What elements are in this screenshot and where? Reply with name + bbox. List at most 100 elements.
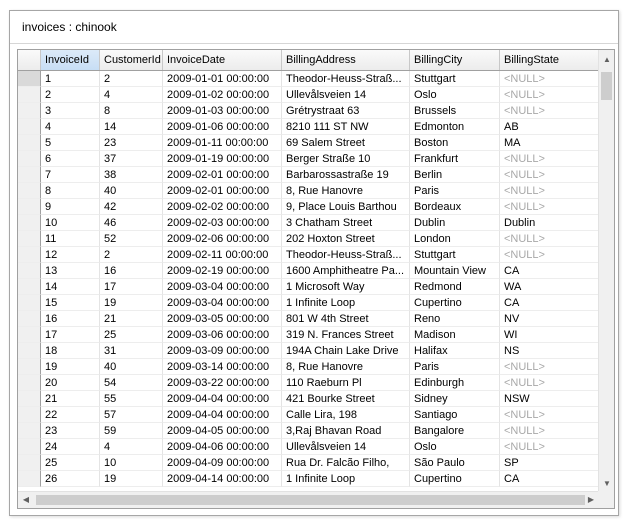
cell-invoice-date[interactable]: 2009-04-09 00:00:00 [163,455,282,471]
row-selector[interactable] [18,135,41,151]
cell-invoice-date[interactable]: 2009-03-05 00:00:00 [163,311,282,327]
cell-customer-id[interactable]: 21 [100,311,163,327]
cell-billing-address[interactable]: 1 Infinite Loop [282,295,410,311]
cell-billing-state[interactable]: NS [500,343,599,359]
cell-billing-address[interactable]: 194A Chain Lake Drive [282,343,410,359]
cell-invoice-date[interactable]: 2009-03-14 00:00:00 [163,359,282,375]
cell-billing-state[interactable]: <NULL> [500,231,599,247]
cell-billing-address[interactable]: 319 N. Frances Street [282,327,410,343]
row-selector[interactable] [18,231,41,247]
table-row[interactable]: 22 57 2009-04-04 00:00:00 Calle Lira, 198 Sa… [18,407,599,423]
cell-billing-state[interactable]: <NULL> [500,87,599,103]
cell-billing-state[interactable]: <NULL> [500,167,599,183]
cell-billing-city[interactable]: Mountain View [410,263,500,279]
cell-billing-state[interactable]: <NULL> [500,103,599,119]
cell-billing-city[interactable]: Edinburgh [410,375,500,391]
horizontal-scroll-thumb[interactable] [36,495,585,505]
cell-billing-city[interactable]: Dublin [410,215,500,231]
cell-customer-id[interactable]: 19 [100,471,163,487]
cell-customer-id[interactable]: 2 [100,247,163,263]
cell-billing-address[interactable]: 69 Salem Street [282,135,410,151]
row-selector[interactable] [18,151,41,167]
cell-invoice-date[interactable]: 2009-03-04 00:00:00 [163,279,282,295]
cell-customer-id[interactable]: 4 [100,439,163,455]
cell-invoice-id[interactable]: 3 [41,103,100,119]
table-row[interactable]: 14 17 2009-03-04 00:00:00 1 Microsoft Way Re… [18,279,599,295]
table-row[interactable]: 18 31 2009-03-09 00:00:00 194A Chain Lake D… [18,343,599,359]
cell-billing-address[interactable]: Barbarossastraße 19 [282,167,410,183]
scroll-right-icon[interactable]: ▶ [583,492,599,508]
cell-invoice-date[interactable]: 2009-04-04 00:00:00 [163,391,282,407]
cell-billing-state[interactable]: <NULL> [500,71,599,87]
cell-invoice-id[interactable]: 14 [41,279,100,295]
column-header-billing-address[interactable]: BillingAddress [282,50,410,70]
cell-invoice-date[interactable]: 2009-01-03 00:00:00 [163,103,282,119]
row-selector[interactable] [18,119,41,135]
cell-billing-state[interactable]: Dublin [500,215,599,231]
cell-invoice-date[interactable]: 2009-04-05 00:00:00 [163,423,282,439]
cell-invoice-date[interactable]: 2009-02-19 00:00:00 [163,263,282,279]
cell-billing-city[interactable]: London [410,231,500,247]
table-row[interactable]: 21 55 2009-04-04 00:00:00 421 Bourke Street… [18,391,599,407]
cell-billing-city[interactable]: Frankfurt [410,151,500,167]
cell-billing-city[interactable]: Stuttgart [410,247,500,263]
cell-billing-city[interactable]: Redmond [410,279,500,295]
cell-billing-address[interactable]: 8, Rue Hanovre [282,183,410,199]
cell-billing-state[interactable]: CA [500,295,599,311]
cell-invoice-id[interactable]: 23 [41,423,100,439]
cell-customer-id[interactable]: 38 [100,167,163,183]
row-selector[interactable] [18,183,41,199]
cell-invoice-id[interactable]: 10 [41,215,100,231]
row-selector[interactable] [18,423,41,439]
table-row[interactable]: 26 19 2009-04-14 00:00:00 1 Infinite Loop Cu… [18,471,599,487]
cell-billing-state[interactable]: WA [500,279,599,295]
cell-invoice-date[interactable]: 2009-01-01 00:00:00 [163,71,282,87]
cell-invoice-date[interactable]: 2009-01-11 00:00:00 [163,135,282,151]
cell-billing-state[interactable]: NV [500,311,599,327]
cell-billing-city[interactable]: Bangalore [410,423,500,439]
cell-billing-city[interactable]: Santiago [410,407,500,423]
cell-billing-state[interactable]: SP [500,455,599,471]
cell-billing-state[interactable]: <NULL> [500,151,599,167]
cell-billing-address[interactable]: Theodor-Heuss-Straß... [282,71,410,87]
cell-billing-address[interactable]: 1 Microsoft Way [282,279,410,295]
row-selector-header[interactable] [18,50,41,70]
cell-invoice-date[interactable]: 2009-03-22 00:00:00 [163,375,282,391]
cell-invoice-date[interactable]: 2009-03-04 00:00:00 [163,295,282,311]
cell-invoice-id[interactable]: 19 [41,359,100,375]
cell-billing-address[interactable]: 3,Raj Bhavan Road [282,423,410,439]
cell-billing-state[interactable]: <NULL> [500,183,599,199]
row-selector[interactable] [18,375,41,391]
cell-invoice-id[interactable]: 22 [41,407,100,423]
row-selector[interactable] [18,167,41,183]
row-selector[interactable] [18,455,41,471]
cell-billing-address[interactable]: 202 Hoxton Street [282,231,410,247]
cell-invoice-date[interactable]: 2009-02-06 00:00:00 [163,231,282,247]
cell-billing-city[interactable]: Boston [410,135,500,151]
cell-billing-address[interactable]: 1600 Amphitheatre Pa... [282,263,410,279]
table-row[interactable]: 13 16 2009-02-19 00:00:00 1600 Amphitheatre… [18,263,599,279]
cell-invoice-date[interactable]: 2009-04-14 00:00:00 [163,471,282,487]
cell-invoice-id[interactable]: 25 [41,455,100,471]
row-selector[interactable] [18,199,41,215]
row-selector[interactable] [18,439,41,455]
scroll-up-icon[interactable]: ▲ [599,52,614,68]
cell-invoice-date[interactable]: 2009-02-03 00:00:00 [163,215,282,231]
column-header-billing-city[interactable]: BillingCity [410,50,500,70]
cell-customer-id[interactable]: 4 [100,87,163,103]
cell-billing-address[interactable]: Theodor-Heuss-Straß... [282,247,410,263]
table-row[interactable]: 25 10 2009-04-09 00:00:00 Rua Dr. Falcão Fi… [18,455,599,471]
table-row[interactable]: 16 21 2009-03-05 00:00:00 801 W 4th Street R… [18,311,599,327]
cell-billing-address[interactable]: 1 Infinite Loop [282,471,410,487]
cell-invoice-id[interactable]: 7 [41,167,100,183]
row-selector[interactable] [18,295,41,311]
cell-billing-city[interactable]: Reno [410,311,500,327]
cell-customer-id[interactable]: 31 [100,343,163,359]
cell-invoice-id[interactable]: 26 [41,471,100,487]
cell-billing-city[interactable]: Brussels [410,103,500,119]
cell-billing-state[interactable]: <NULL> [500,375,599,391]
cell-invoice-id[interactable]: 18 [41,343,100,359]
table-row[interactable]: 7 38 2009-02-01 00:00:00 Barbarossastraße 1… [18,167,599,183]
row-selector[interactable] [18,391,41,407]
cell-invoice-date[interactable]: 2009-02-01 00:00:00 [163,167,282,183]
